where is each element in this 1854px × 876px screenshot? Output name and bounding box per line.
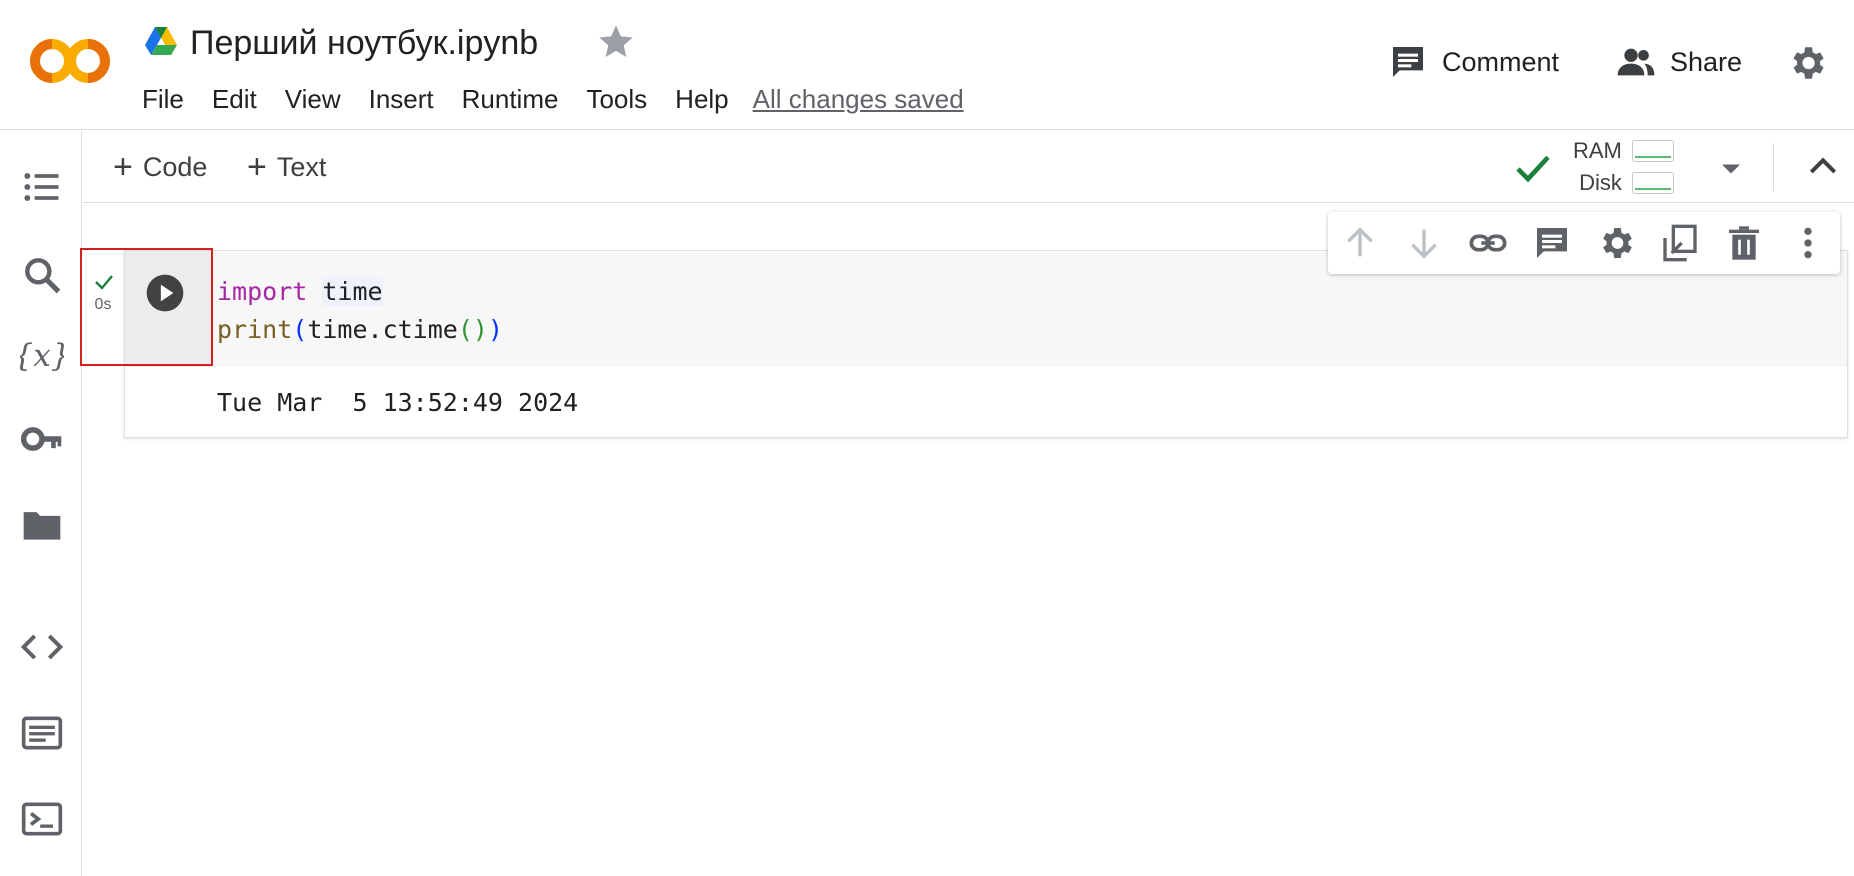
- share-label: Share: [1670, 46, 1743, 77]
- plus-icon: +: [113, 148, 133, 186]
- terminal-icon[interactable]: [20, 797, 64, 841]
- disk-bar: [1631, 172, 1674, 194]
- cell-output: Tue Mar 5 13:52:49 2024: [217, 388, 579, 417]
- variables-icon[interactable]: {x}: [20, 333, 64, 377]
- arrow-up-icon[interactable]: [1340, 223, 1380, 263]
- menu-help[interactable]: Help: [661, 80, 742, 118]
- key-icon[interactable]: [20, 417, 64, 461]
- comment-icon[interactable]: [1532, 223, 1572, 263]
- mirror-cell-icon[interactable]: [1660, 223, 1700, 263]
- google-drive-icon[interactable]: [144, 26, 178, 56]
- people-icon: [1617, 48, 1655, 76]
- run-gutter: [125, 251, 213, 367]
- menu-view[interactable]: View: [271, 80, 355, 118]
- arrow-down-icon[interactable]: [1404, 223, 1444, 263]
- code-text[interactable]: import time print(time.ctime()): [217, 273, 503, 349]
- menu-runtime[interactable]: Runtime: [448, 80, 573, 118]
- code-module: time: [322, 277, 383, 306]
- chevron-down-icon[interactable]: [1713, 151, 1749, 187]
- chevron-up-icon[interactable]: [1803, 147, 1843, 187]
- ram-bar: [1631, 140, 1674, 162]
- colab-logo[interactable]: [28, 34, 112, 88]
- menu-edit[interactable]: Edit: [198, 80, 271, 118]
- comment-label: Comment: [1442, 46, 1560, 77]
- code-keyword: import: [217, 277, 308, 306]
- svg-text:{x}: {x}: [20, 338, 64, 374]
- left-sidebar: {x}: [0, 131, 82, 876]
- folder-icon[interactable]: [20, 503, 64, 547]
- toolbar-divider: [1773, 143, 1774, 191]
- notebook-title[interactable]: Перший ноутбук.ipynb: [190, 20, 538, 66]
- add-text-cell-button[interactable]: + Text: [247, 147, 326, 187]
- comment-button[interactable]: Comment: [1388, 42, 1559, 82]
- check-icon: [95, 275, 113, 290]
- menu-tools[interactable]: Tools: [572, 80, 661, 118]
- more-vert-icon[interactable]: [1788, 223, 1828, 263]
- code-function: print: [217, 315, 293, 344]
- connected-check-icon[interactable]: [1513, 149, 1553, 189]
- trash-icon[interactable]: [1724, 223, 1764, 263]
- gear-icon[interactable]: [1596, 223, 1636, 263]
- code-snippets-icon[interactable]: [20, 625, 64, 669]
- notebook-toolbar: + Code + Text RAM Disk: [83, 131, 1854, 203]
- add-code-label: Code: [142, 152, 208, 182]
- toc-icon[interactable]: [20, 165, 64, 209]
- disk-label: Disk: [1579, 170, 1622, 195]
- search-icon[interactable]: [20, 253, 64, 297]
- comment-icon: [1393, 47, 1423, 77]
- cell-toolbar: [1328, 212, 1840, 274]
- link-icon[interactable]: [1468, 223, 1508, 263]
- star-icon[interactable]: [596, 22, 636, 62]
- save-status-link[interactable]: All changes saved: [753, 80, 964, 118]
- ram-label: RAM: [1573, 138, 1622, 163]
- share-button[interactable]: Share: [1616, 42, 1742, 82]
- execution-time: 0s: [94, 296, 112, 313]
- header: Перший ноутбук.ipynb File Edit View Inse…: [0, 0, 1854, 130]
- resource-monitor[interactable]: RAM Disk: [1573, 135, 1674, 199]
- plus-icon: +: [247, 148, 267, 186]
- code-call: time.ctime: [307, 315, 458, 344]
- add-code-cell-button[interactable]: + Code: [113, 147, 207, 187]
- add-text-label: Text: [276, 152, 327, 182]
- menu-bar: File Edit View Insert Runtime Tools Help…: [142, 80, 964, 118]
- code-cell[interactable]: import time print(time.ctime()) Tue Mar …: [124, 250, 1848, 438]
- run-cell-button[interactable]: [145, 273, 185, 313]
- execution-status: 0s: [82, 250, 124, 366]
- menu-insert[interactable]: Insert: [355, 80, 448, 118]
- gear-icon[interactable]: [1786, 42, 1828, 84]
- menu-file[interactable]: File: [142, 80, 198, 118]
- command-palette-icon[interactable]: [20, 711, 64, 755]
